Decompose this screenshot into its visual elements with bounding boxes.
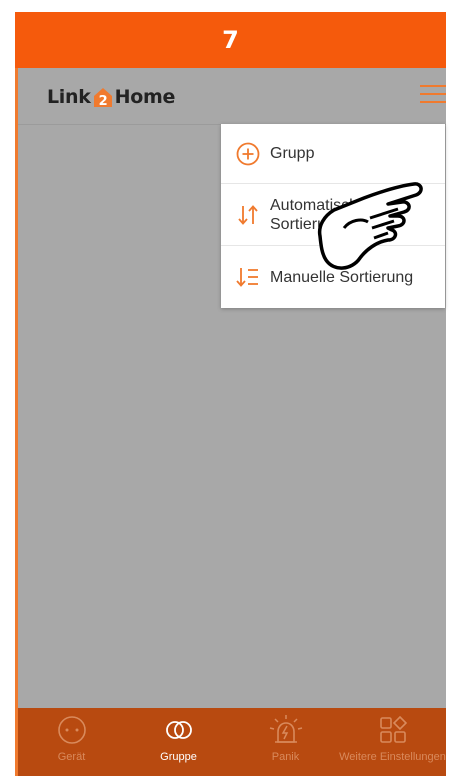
auto-sort-arrows-icon <box>238 204 258 225</box>
step-number: 7 <box>222 26 239 54</box>
group-rings-icon <box>166 721 192 739</box>
device-icon <box>58 716 86 744</box>
tab-label: Gruppe <box>160 751 197 763</box>
manual-sort-icon <box>236 268 258 287</box>
logo-text-link: Link <box>47 86 91 108</box>
tab-more-settings[interactable]: Weitere Einstellungen <box>339 708 446 776</box>
panic-siren-icon <box>269 715 303 743</box>
app-screen: Link 2 Home Grupp Automatische Sortierun… <box>15 68 446 776</box>
pointing-hand-icon <box>317 182 423 270</box>
tab-group[interactable]: Gruppe <box>125 708 232 776</box>
hamburger-menu-icon[interactable] <box>418 82 448 106</box>
app-header: Link 2 Home <box>18 68 446 125</box>
more-settings-grid-icon <box>380 715 408 743</box>
bottom-tab-bar: Gerät Gruppe Panik Weitere Einstellungen <box>18 708 446 776</box>
screen: 7 Link 2 Home Grupp Automatische Sortier… <box>0 0 454 776</box>
tab-device[interactable]: Gerät <box>18 708 125 776</box>
step-number-banner: 7 <box>15 12 446 68</box>
menu-item-label: Grupp <box>270 145 315 162</box>
tab-panic[interactable]: Panik <box>232 708 339 776</box>
menu-item-add-group[interactable]: Grupp <box>221 124 445 184</box>
tab-label: Gerät <box>57 751 86 763</box>
logo-house-icon: 2 <box>93 88 112 108</box>
tab-label: Weitere Einstellungen <box>339 751 446 763</box>
link2home-logo: Link 2 Home <box>47 84 175 110</box>
svg-text:2: 2 <box>98 94 107 108</box>
tab-label: Panik <box>271 751 300 763</box>
plus-circle-icon <box>236 142 260 165</box>
logo-text-home: Home <box>114 86 176 108</box>
